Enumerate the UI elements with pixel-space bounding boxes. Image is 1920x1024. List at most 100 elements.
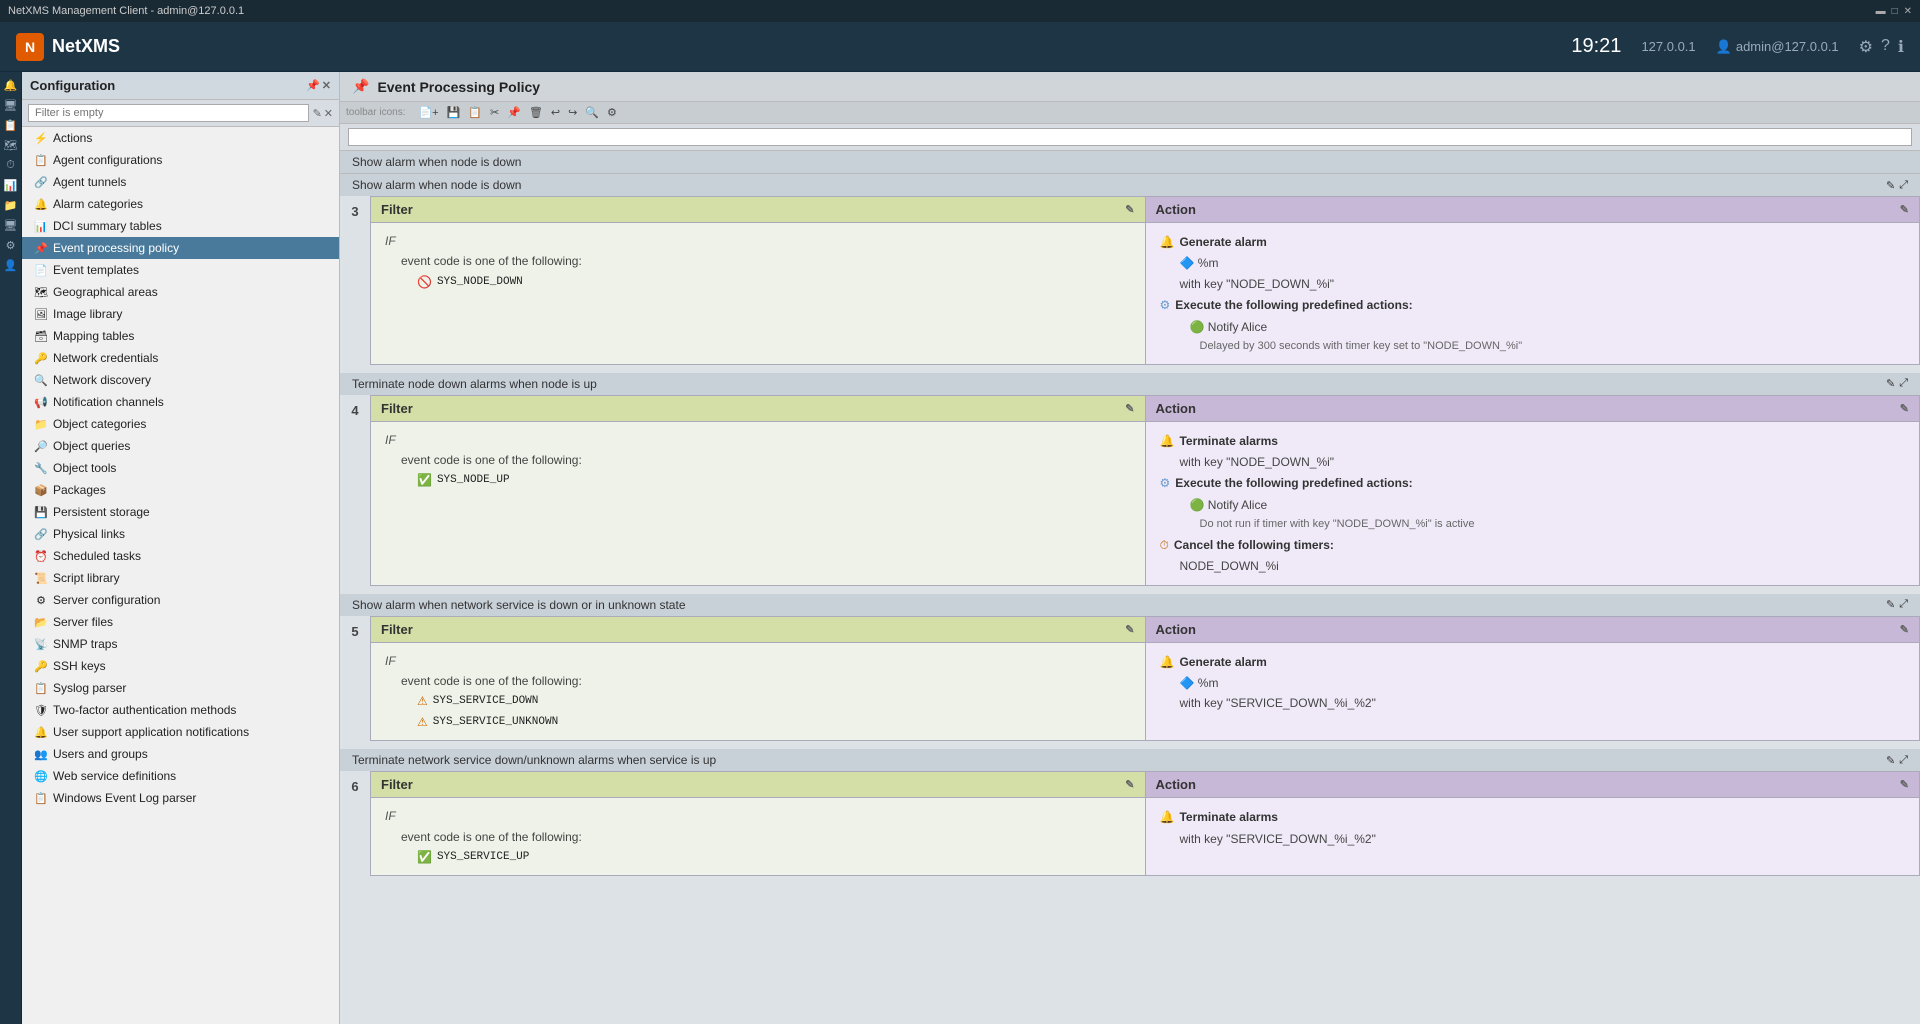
search-input[interactable] [348,128,1912,146]
sidebar-item-event-processing-policy[interactable]: 📌Event processing policy [22,237,339,259]
nav-nodes-icon[interactable]: 🖥 [2,96,20,114]
sidebar-item-notification-channels[interactable]: 📢Notification channels [22,391,339,413]
sidebar-item-object-categories[interactable]: 📁Object categories [22,413,339,435]
tb-new-icon[interactable]: 📄+ [415,105,441,120]
filter-header-4: Filter✎ [371,396,1145,422]
policy-scroll-area[interactable]: Show alarm when node is downShow alarm w… [340,151,1920,1024]
sidebar-item-agent-tunnels[interactable]: 🔗Agent tunnels [22,171,339,193]
sidebar-item-scheduled-tasks[interactable]: ⏰Scheduled tasks [22,545,339,567]
icon-bar: 🔔 🖥 📋 🗺 ⏱ 📊 📁 🖥 ⚙ 👤 [0,72,22,1024]
cancel-timer-line: ⏱Cancel the following timers: [1160,534,1906,556]
window-controls[interactable]: ▬ □ ✕ [1876,6,1912,17]
edit-icon[interactable]: ✎ [1886,377,1895,390]
tb-delete-icon[interactable]: 🗑 [526,105,546,120]
nav-files-icon[interactable]: 📁 [2,196,20,214]
info-icon[interactable]: ℹ [1898,37,1904,57]
sidebar-item-mapping-tables[interactable]: 🗃Mapping tables [22,325,339,347]
filter-edit-icon[interactable]: ✎ [1125,778,1134,791]
resize-icon[interactable]: ⤢ [1899,598,1908,611]
help-icon[interactable]: ? [1881,37,1890,57]
sidebar-item-icon: 🔍 [34,373,48,387]
sidebar-item-snmp-traps[interactable]: 📡SNMP traps [22,633,339,655]
sidebar-item-ssh-keys[interactable]: 🔑SSH keys [22,655,339,677]
sidebar-item-actions[interactable]: ⚡Actions [22,127,339,149]
filter-edit-icon[interactable]: ✎ [1125,402,1134,415]
sidebar-filter-input[interactable] [28,104,309,122]
tb-paste-icon[interactable]: 📌 [504,105,524,120]
edit-icon[interactable]: ✎ [1886,598,1895,611]
nav-monitor-icon[interactable]: 🖥 [2,216,20,234]
content-title: Event Processing Policy [377,79,540,95]
sidebar-item-user-support-application-notifications[interactable]: 🔔User support application notifications [22,721,339,743]
rule-section-4: Terminate node down alarms when node is … [340,373,1920,586]
filter-buttons[interactable]: ✎ ✕ [313,107,333,120]
nav-chart-icon[interactable]: 📊 [2,176,20,194]
minimize-button[interactable]: ▬ [1876,6,1886,17]
filter-edit-icon[interactable]: ✎ [1125,623,1134,636]
sidebar-item-persistent-storage[interactable]: 💾Persistent storage [22,501,339,523]
resize-icon[interactable]: ⤢ [1899,377,1908,390]
sidebar-item-network-discovery[interactable]: 🔍Network discovery [22,369,339,391]
sidebar-item-server-files[interactable]: 📂Server files [22,611,339,633]
nav-map-icon[interactable]: 🗺 [2,136,20,154]
tb-cut-icon[interactable]: ✂ [487,105,502,120]
edit-icon[interactable]: ✎ [1886,179,1895,192]
action-indent2-line: 🟢 Notify Alice [1160,317,1906,337]
sidebar-item-web-service-definitions[interactable]: 🌐Web service definitions [22,765,339,787]
close-button[interactable]: ✕ [1904,6,1912,17]
sidebar-item-physical-links[interactable]: 🔗Physical links [22,523,339,545]
action-edit-icon[interactable]: ✎ [1900,778,1909,791]
action-edit-icon[interactable]: ✎ [1900,203,1909,216]
rule-actions[interactable]: ✎⤢ [1886,377,1908,390]
action-text: Generate alarm [1179,652,1266,672]
nav-reports-icon[interactable]: 📋 [2,116,20,134]
sidebar-item-image-library[interactable]: 🖼Image library [22,303,339,325]
sidebar-item-windows-event-log-parser[interactable]: 📋Windows Event Log parser [22,787,339,809]
resize-icon[interactable]: ⤢ [1899,754,1908,767]
rule-actions[interactable]: ✎⤢ [1886,598,1908,611]
resize-icon[interactable]: ⤢ [1899,179,1908,192]
rule-actions[interactable]: ✎⤢ [1886,179,1908,192]
sidebar-item-script-library[interactable]: 📜Script library [22,567,339,589]
filter-edit-icon[interactable]: ✎ [1125,203,1134,216]
maximize-button[interactable]: □ [1892,6,1898,17]
nav-alerts-icon[interactable]: 🔔 [2,76,20,94]
sidebar-item-network-credentials[interactable]: 🔑Network credentials [22,347,339,369]
rule-actions[interactable]: ✎⤢ [1886,754,1908,767]
tb-save-icon[interactable]: 💾 [444,105,464,120]
sidebar-item-label: Agent configurations [53,153,162,167]
tb-filter-icon[interactable]: 🔍 [582,105,602,120]
sidebar-item-alarm-categories[interactable]: 🔔Alarm categories [22,193,339,215]
sidebar-item-users-and-groups[interactable]: 👥Users and groups [22,743,339,765]
sidebar-close-icon[interactable]: ✕ [322,79,331,92]
tb-settings-icon[interactable]: ⚙ [604,105,620,120]
sidebar-item-object-queries[interactable]: 🔎Object queries [22,435,339,457]
tb-copy-icon[interactable]: 📋 [465,105,485,120]
edit-icon[interactable]: ✎ [1886,754,1895,767]
sidebar-item-dci-summary-tables[interactable]: 📊DCI summary tables [22,215,339,237]
sidebar-item-geographical-areas[interactable]: 🗺Geographical areas [22,281,339,303]
filter-clear-icon[interactable]: ✎ [313,107,322,120]
sidebar-item-packages[interactable]: 📦Packages [22,479,339,501]
nav-user-icon[interactable]: 👤 [2,256,20,274]
sidebar-item-icon: 📄 [34,263,48,277]
event-name: SYS_NODE_UP [437,471,510,490]
sidebar-item-agent-configurations[interactable]: 📋Agent configurations [22,149,339,171]
nav-clock-icon[interactable]: ⏱ [2,156,20,174]
sidebar-header-icons[interactable]: 📌 ✕ [306,79,331,92]
sidebar-item-object-tools[interactable]: 🔧Object tools [22,457,339,479]
sidebar: Configuration 📌 ✕ ✎ ✕ ⚡Actions📋Agent con… [22,72,340,1024]
sidebar-item-server-configuration[interactable]: ⚙Server configuration [22,589,339,611]
action-edit-icon[interactable]: ✎ [1900,402,1909,415]
settings-icon[interactable]: ⚙ [1859,37,1873,57]
tb-undo-icon[interactable]: ↩ [548,105,563,120]
sidebar-item-syslog-parser[interactable]: 📋Syslog parser [22,677,339,699]
header-icons[interactable]: ⚙ ? ℹ [1859,37,1904,57]
sidebar-item-two-factor-authentication-methods[interactable]: 🛡Two-factor authentication methods [22,699,339,721]
nav-gear-icon[interactable]: ⚙ [2,236,20,254]
tb-redo-icon[interactable]: ↪ [565,105,580,120]
sidebar-item-event-templates[interactable]: 📄Event templates [22,259,339,281]
sidebar-pin-icon[interactable]: 📌 [306,79,320,92]
filter-x-icon[interactable]: ✕ [324,107,333,120]
action-edit-icon[interactable]: ✎ [1900,623,1909,636]
